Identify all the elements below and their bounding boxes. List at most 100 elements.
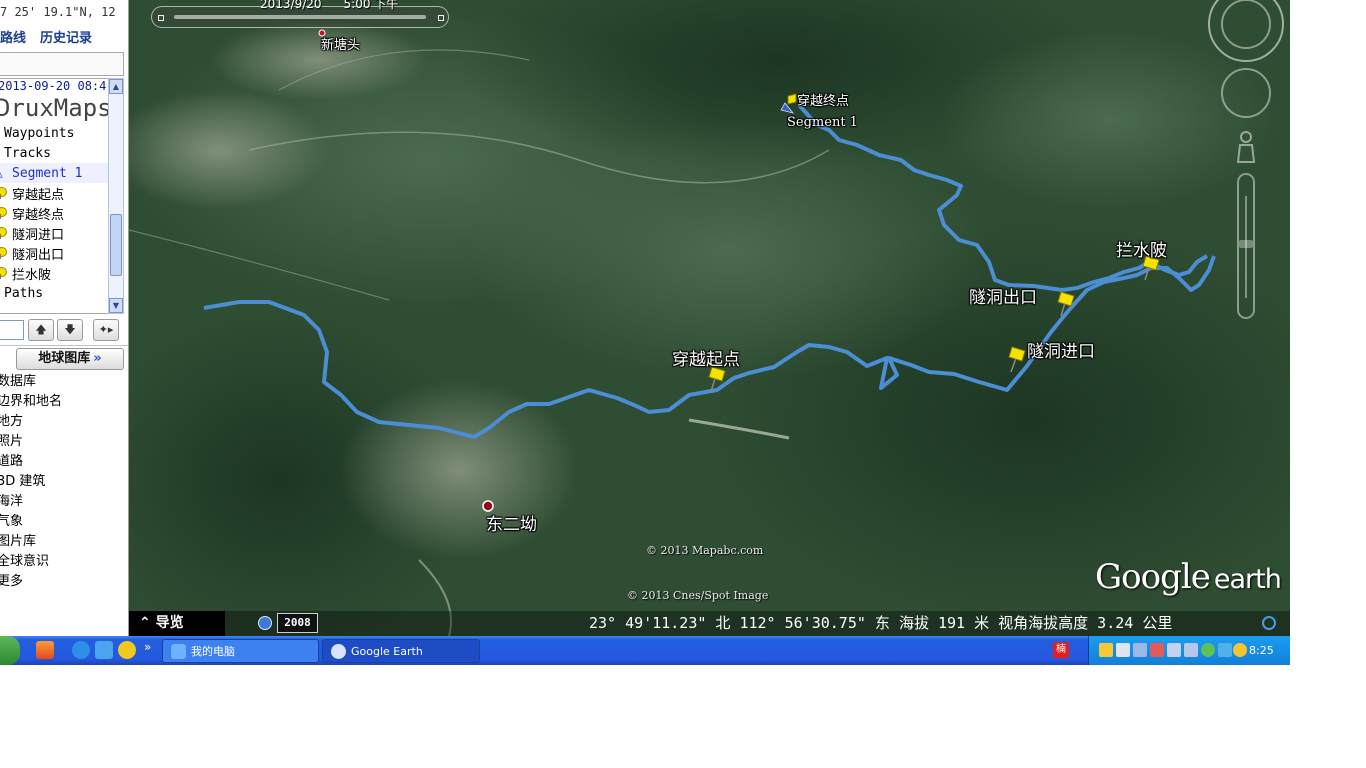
tree-item-label: Segment 1: [12, 165, 83, 181]
tray-volume-icon[interactable]: [1167, 643, 1181, 657]
map-status-bar: ⌃ 导览 2008 23° 49'11.23" 北 112° 56'30.75"…: [129, 611, 1290, 636]
tree-item-tunnel-out[interactable]: 隧洞出口: [0, 243, 108, 263]
places-toolbar: 🡅 🡇 ✦▸: [0, 318, 128, 342]
search-coordinate-text: 7 25' 19.1"N, 12: [0, 5, 116, 19]
timeline-start-handle[interactable]: [158, 15, 164, 21]
move-up-button[interactable]: 🡅: [28, 319, 54, 341]
earth-gallery-button[interactable]: 地球图库»: [16, 348, 124, 370]
coordinates-readout: 23° 49'11.23" 北 112° 56'30.75" 东 海拔 191 …: [589, 614, 1173, 632]
timeline-end-handle[interactable]: [438, 15, 444, 21]
share-button[interactable]: ✦▸: [93, 319, 119, 341]
map-terrain: [129, 0, 1290, 636]
tray-app-icon[interactable]: [1233, 643, 1247, 657]
tree-item-tracks[interactable]: Tracks: [0, 143, 108, 163]
logo-google: Google: [1095, 557, 1211, 597]
timeline-date: 2013/9/20: [260, 0, 322, 11]
layer-item[interactable]: 边界和地名: [0, 392, 128, 412]
track-icon: △: [0, 167, 6, 180]
tree-item-dam[interactable]: 拦水陂: [0, 263, 108, 283]
tab-history[interactable]: 历史记录: [40, 31, 92, 46]
tour-guide-label: 导览: [155, 615, 184, 631]
logo-earth: earth: [1213, 564, 1282, 595]
task-label: 我的电脑: [191, 645, 235, 658]
copyright-mapabc: © 2013 Mapabc.com: [646, 544, 764, 557]
move-down-button[interactable]: 🡇: [57, 319, 83, 341]
layer-item[interactable]: 全球意识: [0, 552, 128, 572]
tree-item-tunnel-in[interactable]: 隧洞进口: [0, 223, 108, 243]
ime-indicator[interactable]: 楠: [1053, 642, 1069, 658]
screen: 7 25' 19.1"N, 12 路线 历史记录 2013-09-20 08:4 …: [0, 0, 1290, 665]
start-button[interactable]: [0, 636, 20, 665]
tray-app-icon[interactable]: [1150, 643, 1164, 657]
map-view[interactable]: 2013/9/20 5:00 下午 新塘头 东二坳 穿越起点 穿越终点 Segme…: [129, 0, 1290, 636]
historical-imagery-clock-icon[interactable]: [258, 616, 272, 630]
tray-app-icon[interactable]: [1218, 643, 1232, 657]
placemark-pin-icon: [0, 187, 7, 199]
taskbar-clock[interactable]: 8:25: [1249, 636, 1274, 665]
tab-directions[interactable]: 路线: [0, 31, 26, 46]
quicklaunch-more-icon[interactable]: »: [144, 640, 151, 654]
track-label[interactable]: Segment 1: [787, 115, 858, 130]
task-my-computer[interactable]: 我的电脑: [162, 639, 319, 663]
tree-item-label: 隧洞出口: [12, 247, 65, 263]
waypoint-label[interactable]: 拦水陂: [1116, 236, 1167, 261]
tree-item-waypoints[interactable]: Waypoints: [0, 123, 108, 143]
google-earth-icon: [331, 644, 346, 659]
layer-item[interactable]: 照片: [0, 432, 128, 452]
chevron-right-icon: »: [93, 351, 102, 366]
layer-item[interactable]: 数据库: [0, 372, 128, 392]
task-google-earth[interactable]: Google Earth: [322, 639, 480, 663]
my-computer-icon: [171, 644, 186, 659]
system-tray: 8:25: [1088, 636, 1290, 665]
tree-item-label: Tracks: [4, 145, 51, 161]
tree-item-label: Paths: [4, 285, 44, 301]
tray-network-icon[interactable]: [1133, 643, 1147, 657]
layer-item[interactable]: 海洋: [0, 492, 128, 512]
placemark-pin-icon: [0, 207, 7, 219]
tree-item-end[interactable]: 穿越终点: [0, 203, 108, 223]
timeline-track[interactable]: [174, 15, 426, 19]
layer-item[interactable]: 更多: [0, 572, 128, 592]
ie-browser-icon[interactable]: [72, 641, 90, 659]
place-label[interactable]: 新塘头: [321, 34, 360, 53]
placemark-pin-icon: [0, 267, 7, 279]
tray-security-icon[interactable]: [1201, 643, 1215, 657]
copyright-spot: © 2013 Cnes/Spot Image: [627, 589, 769, 602]
waypoint-label[interactable]: 隧洞出口: [969, 283, 1037, 308]
tree-item-start[interactable]: 穿越起点: [0, 183, 108, 203]
tree-title[interactable]: DruxMaps: [0, 93, 108, 123]
scroll-thumb[interactable]: [110, 214, 122, 276]
earth-gallery-label: 地球图库: [38, 351, 91, 366]
layer-item[interactable]: 道路: [0, 452, 128, 472]
places-filter-field[interactable]: [0, 320, 24, 340]
tour-guide-button[interactable]: ⌃ 导览: [129, 611, 225, 636]
streaming-status-icon: [1262, 616, 1276, 630]
timeline-label: 2013/9/20 5:00 下午: [260, 0, 420, 12]
quicklaunch-app-icon[interactable]: [95, 641, 113, 659]
places-tree[interactable]: 2013-09-20 08:4 DruxMaps Waypoints Track…: [0, 78, 108, 314]
waypoint-label[interactable]: 穿越起点: [672, 345, 740, 370]
scroll-down-arrow-icon[interactable]: ▼: [109, 298, 123, 313]
layer-item[interactable]: 图片库: [0, 532, 128, 552]
tree-scrollbar[interactable]: ▲ ▼: [108, 78, 124, 314]
waypoint-label[interactable]: 隧洞进口: [1027, 337, 1095, 362]
quicklaunch-app-icon[interactable]: [36, 641, 54, 659]
tree-item-label: 隧洞进口: [12, 227, 65, 243]
tree-item-label: Waypoints: [4, 125, 75, 141]
timeline-slider[interactable]: 2013/9/20 5:00 下午: [151, 0, 449, 28]
waypoint-label[interactable]: 穿越终点: [797, 90, 849, 109]
tray-qq-icon[interactable]: [1099, 643, 1113, 657]
placemark-pin-icon: [0, 247, 7, 259]
tray-app-icon[interactable]: [1116, 643, 1130, 657]
tray-app-icon[interactable]: [1184, 643, 1198, 657]
tree-item-segment-1[interactable]: △ Segment 1: [0, 163, 108, 183]
scroll-up-arrow-icon[interactable]: ▲: [109, 79, 123, 94]
layer-item[interactable]: 气象: [0, 512, 128, 532]
quicklaunch-app-icon[interactable]: [118, 641, 136, 659]
layer-item[interactable]: 地方: [0, 412, 128, 432]
tree-date[interactable]: 2013-09-20 08:4: [0, 79, 108, 93]
place-label[interactable]: 东二坳: [486, 510, 537, 535]
layer-item[interactable]: 3D 建筑: [0, 472, 128, 492]
windows-taskbar: » 我的电脑 Google Earth 楠 8:25: [0, 636, 1290, 665]
tree-item-paths[interactable]: Paths: [0, 283, 108, 303]
